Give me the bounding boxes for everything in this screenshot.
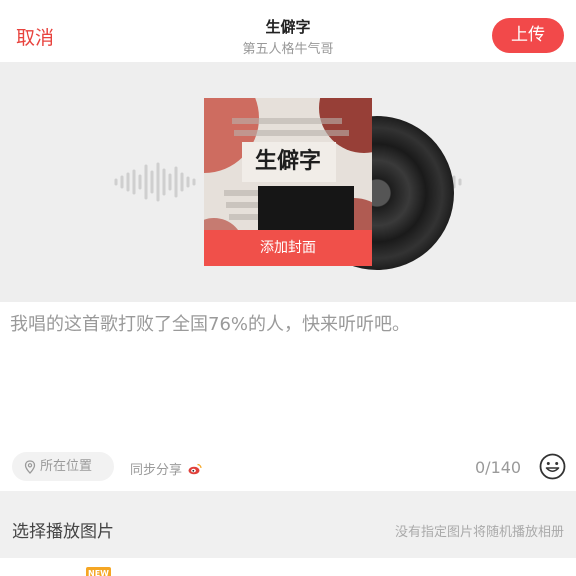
caption-text[interactable]: 我唱的这首歌打败了全国76%的人，快来听听吧。 (10, 310, 566, 336)
location-label: 所在位置 (40, 459, 93, 474)
cover-art-title: 生僻字 (255, 148, 321, 174)
weibo-icon (188, 463, 202, 474)
page-subtitle: 第五人格牛气哥 (242, 42, 334, 57)
char-counter: 0/140 (475, 458, 522, 477)
cover-area: 生僻字 添加封面 (0, 62, 576, 302)
song-upload-screen: 取消 生僻字 第五人格牛气哥 上传 生僻字 添加封面 我唱的这首歌打败了全国76… (0, 0, 576, 576)
sync-share-toggle[interactable]: 同步分享 (130, 459, 202, 478)
location-button[interactable]: 所在位置 (12, 452, 114, 481)
new-badge: NEW (86, 567, 111, 576)
top-bar: 取消 生僻字 第五人格牛气哥 上传 (0, 0, 576, 64)
add-cover-label: 添加封面 (204, 230, 372, 266)
section-hint: 没有指定图片将随机播放相册 (394, 525, 564, 540)
waveform-left-icon (114, 162, 196, 202)
sync-share-label: 同步分享 (130, 463, 183, 478)
page-title: 生僻字 (265, 18, 311, 36)
playback-images-section[interactable]: 选择播放图片 没有指定图片将随机播放相册 (0, 491, 576, 558)
location-pin-icon (24, 459, 36, 474)
section-title: 选择播放图片 (12, 522, 114, 542)
smiley-icon[interactable] (539, 453, 566, 480)
upload-button[interactable]: 上传 (492, 18, 564, 53)
cover-picker[interactable]: 生僻字 添加封面 (204, 98, 372, 266)
